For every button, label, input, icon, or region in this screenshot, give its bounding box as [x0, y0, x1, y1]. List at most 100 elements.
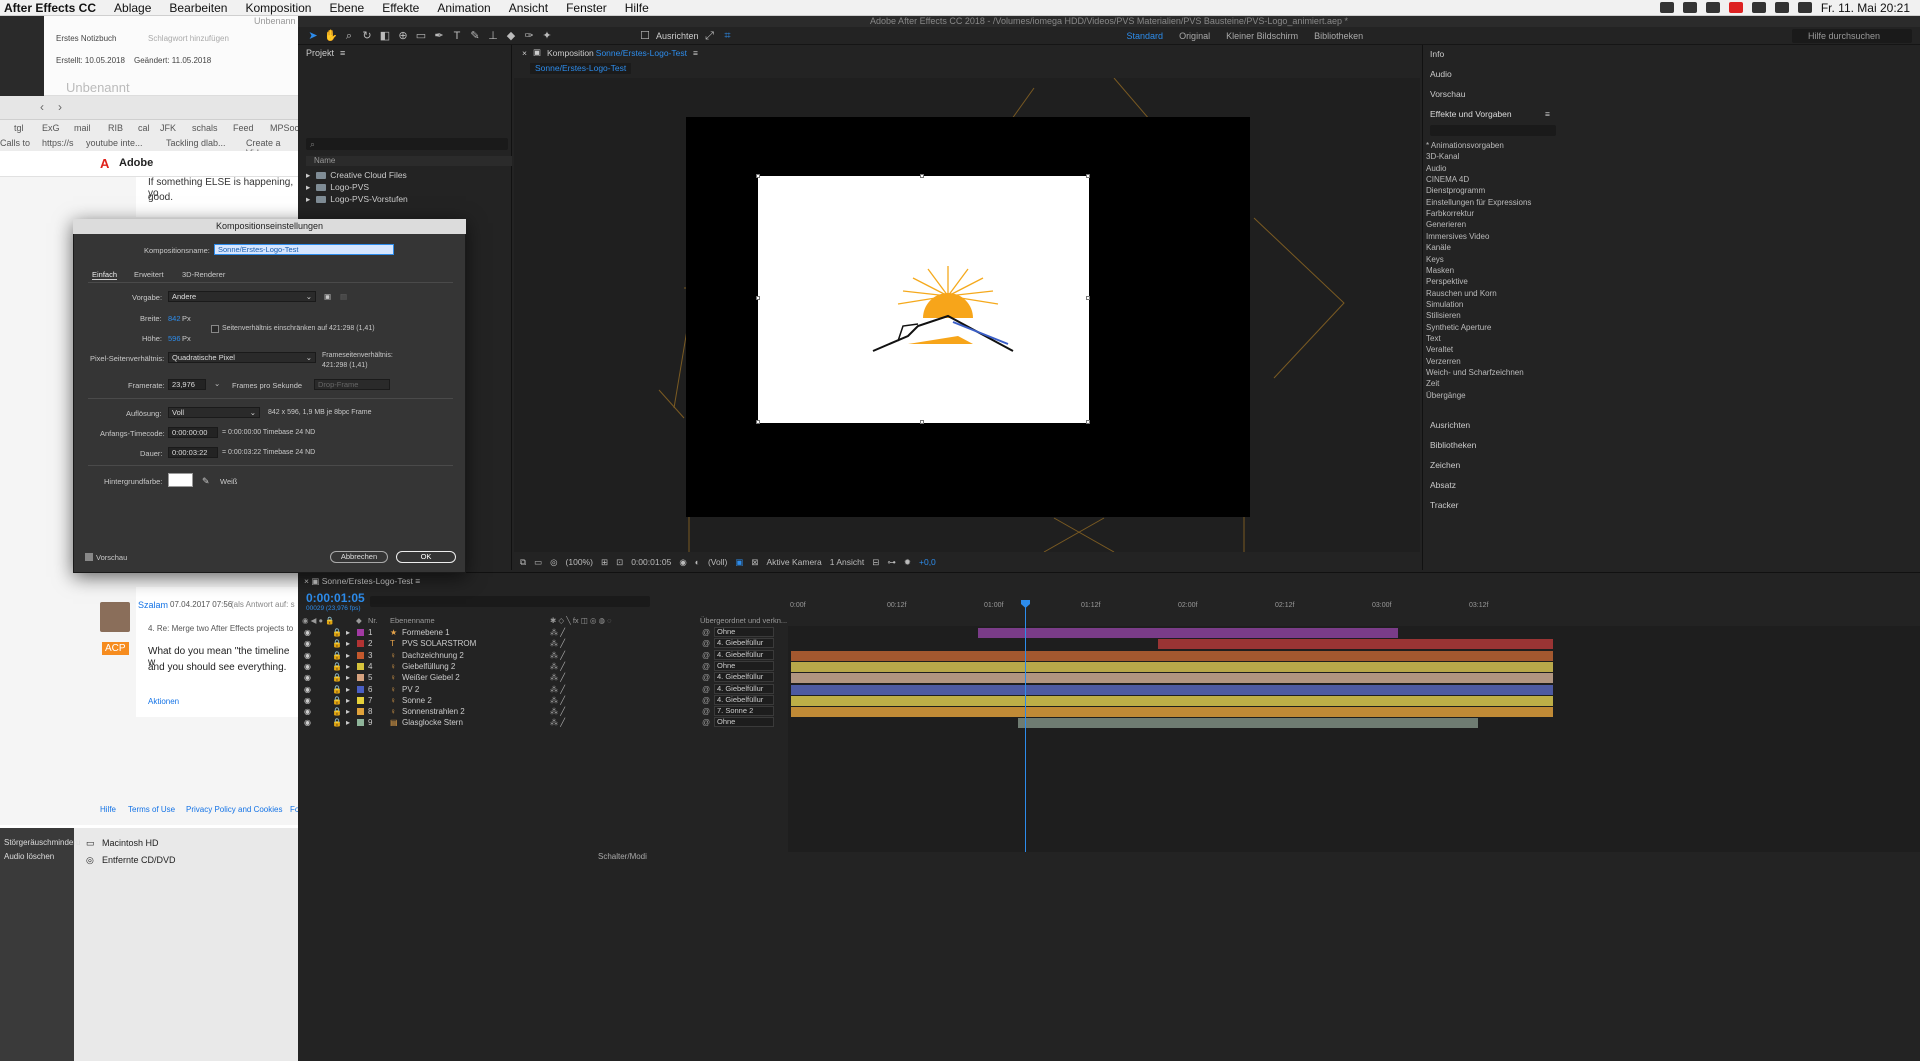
- finder-item[interactable]: Macintosh HD: [102, 838, 159, 848]
- effects-category[interactable]: Keys: [1426, 255, 1444, 264]
- transform-handle[interactable]: [1086, 296, 1090, 300]
- exposure-icon[interactable]: ✹: [904, 557, 911, 568]
- post-actions[interactable]: Aktionen: [148, 697, 179, 706]
- expand-icon[interactable]: ▸: [346, 695, 350, 706]
- layer-name[interactable]: PV 2: [402, 684, 419, 695]
- label-color-icon[interactable]: [357, 685, 364, 693]
- pickwhip-icon[interactable]: @: [702, 661, 710, 672]
- pickwhip-icon[interactable]: @: [702, 695, 710, 706]
- parent-select[interactable]: 7. Sonne 2: [714, 706, 774, 717]
- browser-tab[interactable]: https://s: [42, 138, 74, 148]
- panel-info[interactable]: Info: [1430, 49, 1444, 59]
- column-name[interactable]: Ebenenname: [390, 616, 435, 625]
- layer-switches-icon[interactable]: ⁂ ╱: [550, 706, 565, 717]
- parent-select[interactable]: Ohne: [714, 717, 774, 728]
- time-ruler[interactable]: 0:00f 00:12f 01:00f 01:12f 02:00f 02:12f 03:00…: [788, 598, 1920, 620]
- post-author[interactable]: Szalam: [138, 600, 168, 610]
- finder-side-item[interactable]: Störgeräuschminderu: [4, 838, 80, 847]
- parent-select[interactable]: 4. Giebelfüllur: [714, 672, 774, 683]
- menu-effekte[interactable]: Effekte: [373, 0, 428, 16]
- effects-category[interactable]: Simulation: [1426, 300, 1463, 309]
- footer-link[interactable]: Hilfe: [100, 805, 116, 814]
- label-color-icon[interactable]: [357, 719, 364, 727]
- flowchart-icon[interactable]: ⊶: [887, 557, 896, 568]
- text-tool-icon[interactable]: T: [450, 30, 464, 42]
- lock-icon[interactable]: 🔒: [332, 717, 342, 728]
- comp-tab-prefix[interactable]: Komposition: [547, 48, 594, 58]
- bookmark-item[interactable]: cal: [138, 123, 150, 133]
- expand-icon[interactable]: ▸: [346, 661, 350, 672]
- transform-handle[interactable]: [756, 174, 760, 178]
- ok-button[interactable]: OK: [396, 551, 456, 563]
- layer-duration-bar[interactable]: [791, 707, 1553, 718]
- lock-icon[interactable]: 🔒: [332, 695, 342, 706]
- panel-audio[interactable]: Audio: [1430, 69, 1452, 79]
- project-folder-item[interactable]: ▸ Creative Cloud Files: [306, 169, 407, 181]
- preset-select[interactable]: Andere ⌄: [168, 291, 316, 302]
- avatar[interactable]: [100, 602, 130, 632]
- finder-side-item[interactable]: Audio löschen: [4, 852, 54, 861]
- bookmark-item[interactable]: JFK: [160, 123, 176, 133]
- layer-duration-bar[interactable]: [791, 684, 1553, 695]
- pickwhip-icon[interactable]: @: [702, 684, 710, 695]
- expand-icon[interactable]: ▸: [346, 638, 350, 649]
- layer-duration-bar[interactable]: [978, 628, 1398, 638]
- effects-category[interactable]: Rauschen und Korn: [1426, 289, 1497, 298]
- browser-tab[interactable]: Tackling dlab...: [166, 138, 226, 148]
- timeline-tracks[interactable]: [788, 626, 1920, 852]
- transform-handle[interactable]: [756, 296, 760, 300]
- lock-icon[interactable]: 🔒: [332, 627, 342, 638]
- effects-category[interactable]: Generieren: [1426, 220, 1466, 229]
- stamp-tool-icon[interactable]: ⊥: [486, 30, 500, 42]
- snapshot-icon[interactable]: ◉: [679, 557, 686, 568]
- effects-category[interactable]: * Animationsvorgaben: [1426, 141, 1504, 150]
- layer-switches-icon[interactable]: ⁂ ╱: [550, 684, 565, 695]
- transform-handle[interactable]: [1086, 420, 1090, 424]
- preview-options-icon[interactable]: ⧉: [520, 557, 526, 568]
- label-color-icon[interactable]: [357, 629, 364, 636]
- menu-app[interactable]: After Effects CC: [0, 0, 105, 16]
- wifi-icon[interactable]: [1797, 2, 1812, 13]
- mask-icon[interactable]: ◎: [550, 557, 557, 568]
- back-icon[interactable]: ‹: [40, 100, 44, 114]
- fit-icon[interactable]: ⊞: [601, 557, 608, 568]
- finder-item[interactable]: Entfernte CD/DVD: [102, 855, 176, 865]
- region-icon[interactable]: ▣: [735, 557, 743, 568]
- status-icon[interactable]: [1705, 2, 1720, 13]
- snap-icon[interactable]: ⤢: [703, 30, 717, 42]
- note-title[interactable]: Unbenannt: [66, 80, 130, 95]
- width-value[interactable]: 842: [168, 314, 181, 323]
- panel-menu-icon[interactable]: ≡: [340, 48, 345, 58]
- effects-category[interactable]: Synthetic Aperture: [1426, 323, 1491, 332]
- safe-zones-icon[interactable]: ⊡: [616, 557, 623, 568]
- layer-switches-icon[interactable]: ⁂ ╱: [550, 717, 565, 728]
- tag-input[interactable]: Schlagwort hinzufügen: [148, 34, 229, 43]
- rotate-tool-icon[interactable]: ↻: [360, 30, 374, 42]
- menu-komposition[interactable]: Komposition: [236, 0, 320, 16]
- parent-select[interactable]: 4. Giebelfüllur: [714, 694, 774, 705]
- menu-animation[interactable]: Animation: [428, 0, 499, 16]
- layer-name[interactable]: Weißer Giebel 2: [402, 672, 460, 683]
- project-folder-item[interactable]: ▸ Logo-PVS: [306, 181, 369, 193]
- effects-category[interactable]: Stilisieren: [1426, 311, 1461, 320]
- browser-tab[interactable]: youtube inte...: [86, 138, 143, 148]
- footer-link[interactable]: Privacy Policy and Cookies: [186, 805, 282, 814]
- current-time-indicator[interactable]: [1025, 600, 1026, 852]
- forward-icon[interactable]: ›: [58, 100, 62, 114]
- layer-row[interactable]: ◉ 🔒 ▸ 7 ♀ Sonne 2 ⁂ ╱ @4. Giebelfüllur: [300, 694, 786, 706]
- layer-name[interactable]: PVS SOLARSTROM: [402, 638, 476, 649]
- lock-icon[interactable]: 🔒: [332, 672, 342, 683]
- workspace-small[interactable]: Kleiner Bildschirm: [1226, 31, 1298, 41]
- transparency-icon[interactable]: ⊠: [751, 557, 758, 568]
- layer-switches-icon[interactable]: ⁂ ╱: [550, 627, 565, 638]
- preview-checkbox[interactable]: [85, 553, 93, 561]
- post-subject[interactable]: 4. Re: Merge two After Effects projects …: [148, 624, 293, 633]
- resolution-select[interactable]: (Voll): [708, 557, 727, 567]
- duration-input[interactable]: 0:00:03:22: [168, 447, 218, 458]
- column-nr[interactable]: Nr.: [368, 616, 378, 625]
- pickwhip-icon[interactable]: @: [702, 627, 710, 638]
- comp-breadcrumb[interactable]: Sonne/Erstes-Logo-Test: [530, 63, 632, 74]
- lock-icon[interactable]: 🔒: [332, 706, 342, 717]
- timeline-tab[interactable]: × ▣ Sonne/Erstes-Logo-Test ≡: [304, 576, 420, 587]
- layer-name[interactable]: Giebelfüllung 2: [402, 661, 455, 672]
